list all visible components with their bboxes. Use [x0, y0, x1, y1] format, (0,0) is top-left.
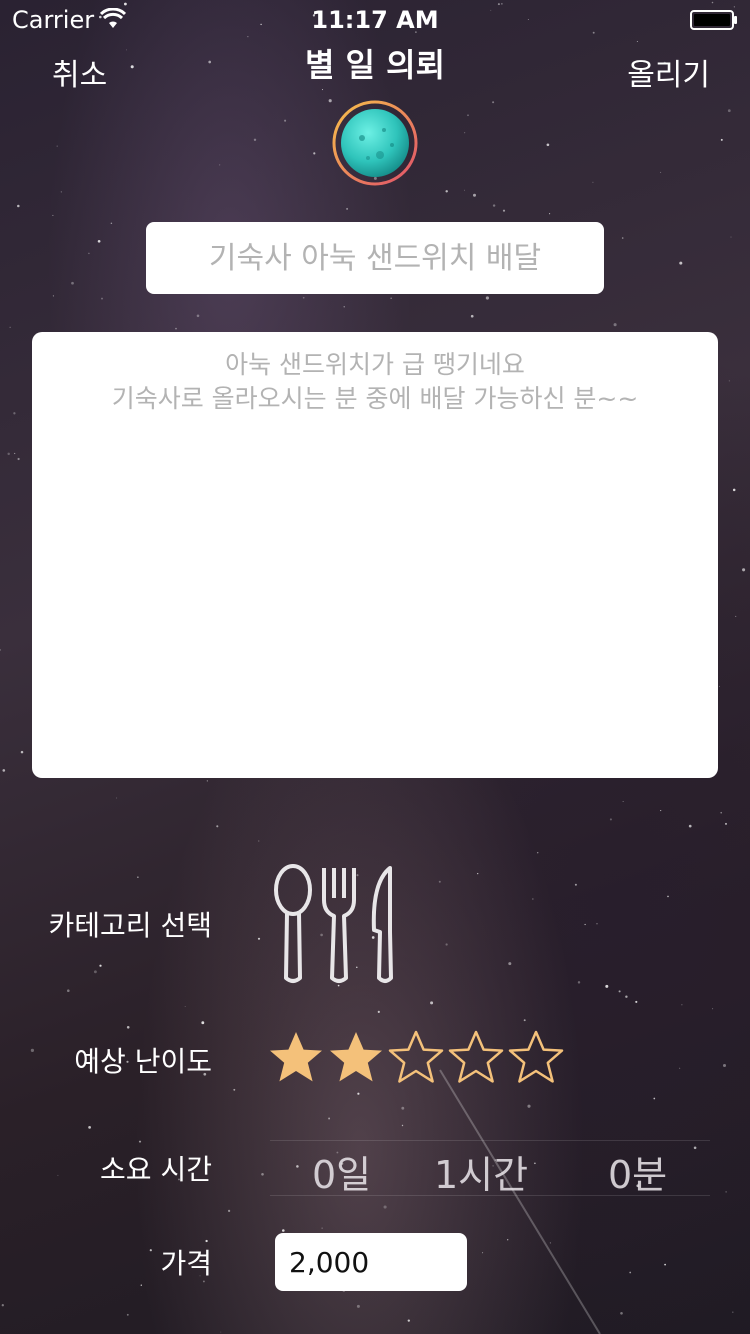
clock: 11:17 AM — [311, 6, 439, 34]
submit-button[interactable]: 올리기 — [627, 50, 710, 94]
star-outline-icon[interactable] — [506, 1028, 566, 1088]
duration-label: 소요 시간 — [100, 1153, 212, 1186]
price-input[interactable] — [275, 1233, 467, 1291]
price-label: 가격 — [160, 1247, 212, 1280]
duration-hours-value[interactable]: 1시간 — [434, 1144, 528, 1199]
battery-icon — [690, 10, 737, 30]
duration-days-value[interactable]: 0일 — [312, 1144, 371, 1199]
star-filled-icon[interactable] — [326, 1028, 386, 1088]
difficulty-star-rating[interactable] — [266, 1028, 566, 1088]
status-bar: Carrier 11:17 AM — [0, 0, 750, 40]
title-input[interactable] — [146, 222, 604, 294]
duration-minutes-value[interactable]: 0분 — [608, 1144, 667, 1199]
star-filled-icon[interactable] — [266, 1028, 326, 1088]
difficulty-label: 예상 난이도 — [74, 1045, 212, 1078]
content-textarea[interactable] — [32, 332, 718, 778]
category-label: 카테고리 선택 — [48, 909, 212, 942]
fork-spoon-knife-icon[interactable] — [268, 860, 404, 988]
duration-picker[interactable]: 0일 1시간 0분 — [270, 1140, 710, 1199]
star-outline-icon[interactable] — [386, 1028, 446, 1088]
star-outline-icon[interactable] — [446, 1028, 506, 1088]
planet-avatar-icon[interactable] — [332, 100, 418, 186]
picker-divider — [270, 1140, 710, 1141]
